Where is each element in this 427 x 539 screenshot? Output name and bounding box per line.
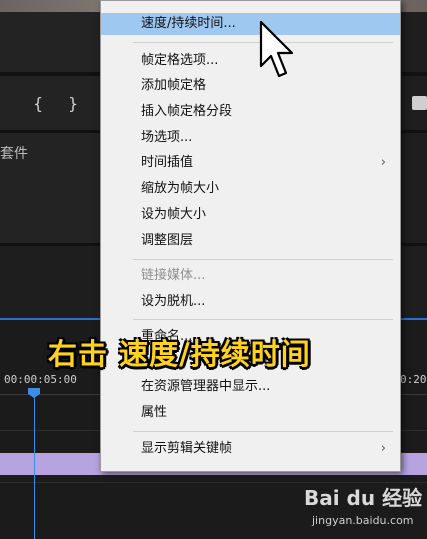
menu-item-add-frame-hold[interactable]: 添加帧定格: [101, 75, 400, 97]
menu-item-show-clip-keyframes[interactable]: 显示剪辑关键帧 ›: [101, 438, 400, 460]
timecode-label: 00:00:05:00: [4, 373, 77, 386]
timecode-label-right: 0:20:: [400, 373, 427, 386]
menu-item-set-to-frame-size[interactable]: 设为帧大小: [101, 204, 400, 226]
menu-item-insert-frame-hold-segment[interactable]: 插入帧定格分段: [101, 101, 400, 123]
camera-icon[interactable]: [412, 96, 427, 110]
menu-item-scale-to-frame[interactable]: 缩放为帧大小: [101, 178, 400, 200]
baidu-logo: Bai du 经验: [304, 486, 423, 510]
playhead-line[interactable]: [34, 396, 35, 539]
menu-separator: [133, 259, 393, 260]
mark-in-button[interactable]: {: [33, 94, 43, 113]
menu-item-make-offline[interactable]: 设为脱机...: [101, 291, 400, 313]
menu-item-reveal-in-explorer[interactable]: 在资源管理器中显示...: [101, 376, 400, 398]
menu-item-speed-duration[interactable]: 速度/持续时间...: [101, 13, 400, 35]
tutorial-caption: 右击 速度/持续时间: [48, 337, 311, 371]
menu-item-time-interpolation[interactable]: 时间插值 ›: [101, 152, 400, 174]
menu-separator: [133, 319, 393, 320]
mark-out-button[interactable]: }: [68, 94, 78, 113]
watermark-url: jingyan.baidu.com: [312, 514, 414, 527]
timeline-top-line-right: [398, 318, 427, 320]
controls-bar: [0, 76, 100, 130]
panel-label: 套件: [0, 146, 28, 162]
menu-item-adjustment-layer[interactable]: 调整图层: [101, 230, 400, 252]
timeline-top-line: [0, 318, 100, 320]
menu-separator: [133, 431, 393, 432]
chevron-right-icon: ›: [380, 155, 386, 170]
menu-item-properties[interactable]: 属性: [101, 402, 400, 424]
baidu-jingyan-watermark: Bai du 经验 jingyan.baidu.com: [300, 478, 425, 536]
menu-item-field-options[interactable]: 场选项...: [101, 127, 400, 149]
menu-item-link-media: 链接媒体...: [141, 268, 206, 283]
preview-panel: [0, 12, 100, 72]
mouse-cursor-icon: [259, 20, 294, 78]
context-menu: 速度/持续时间... 帧定格选项... 添加帧定格 插入帧定格分段 场选项...…: [100, 0, 401, 472]
menu-item-frame-hold-options[interactable]: 帧定格选项...: [101, 50, 400, 72]
chevron-right-icon: ›: [380, 441, 386, 456]
